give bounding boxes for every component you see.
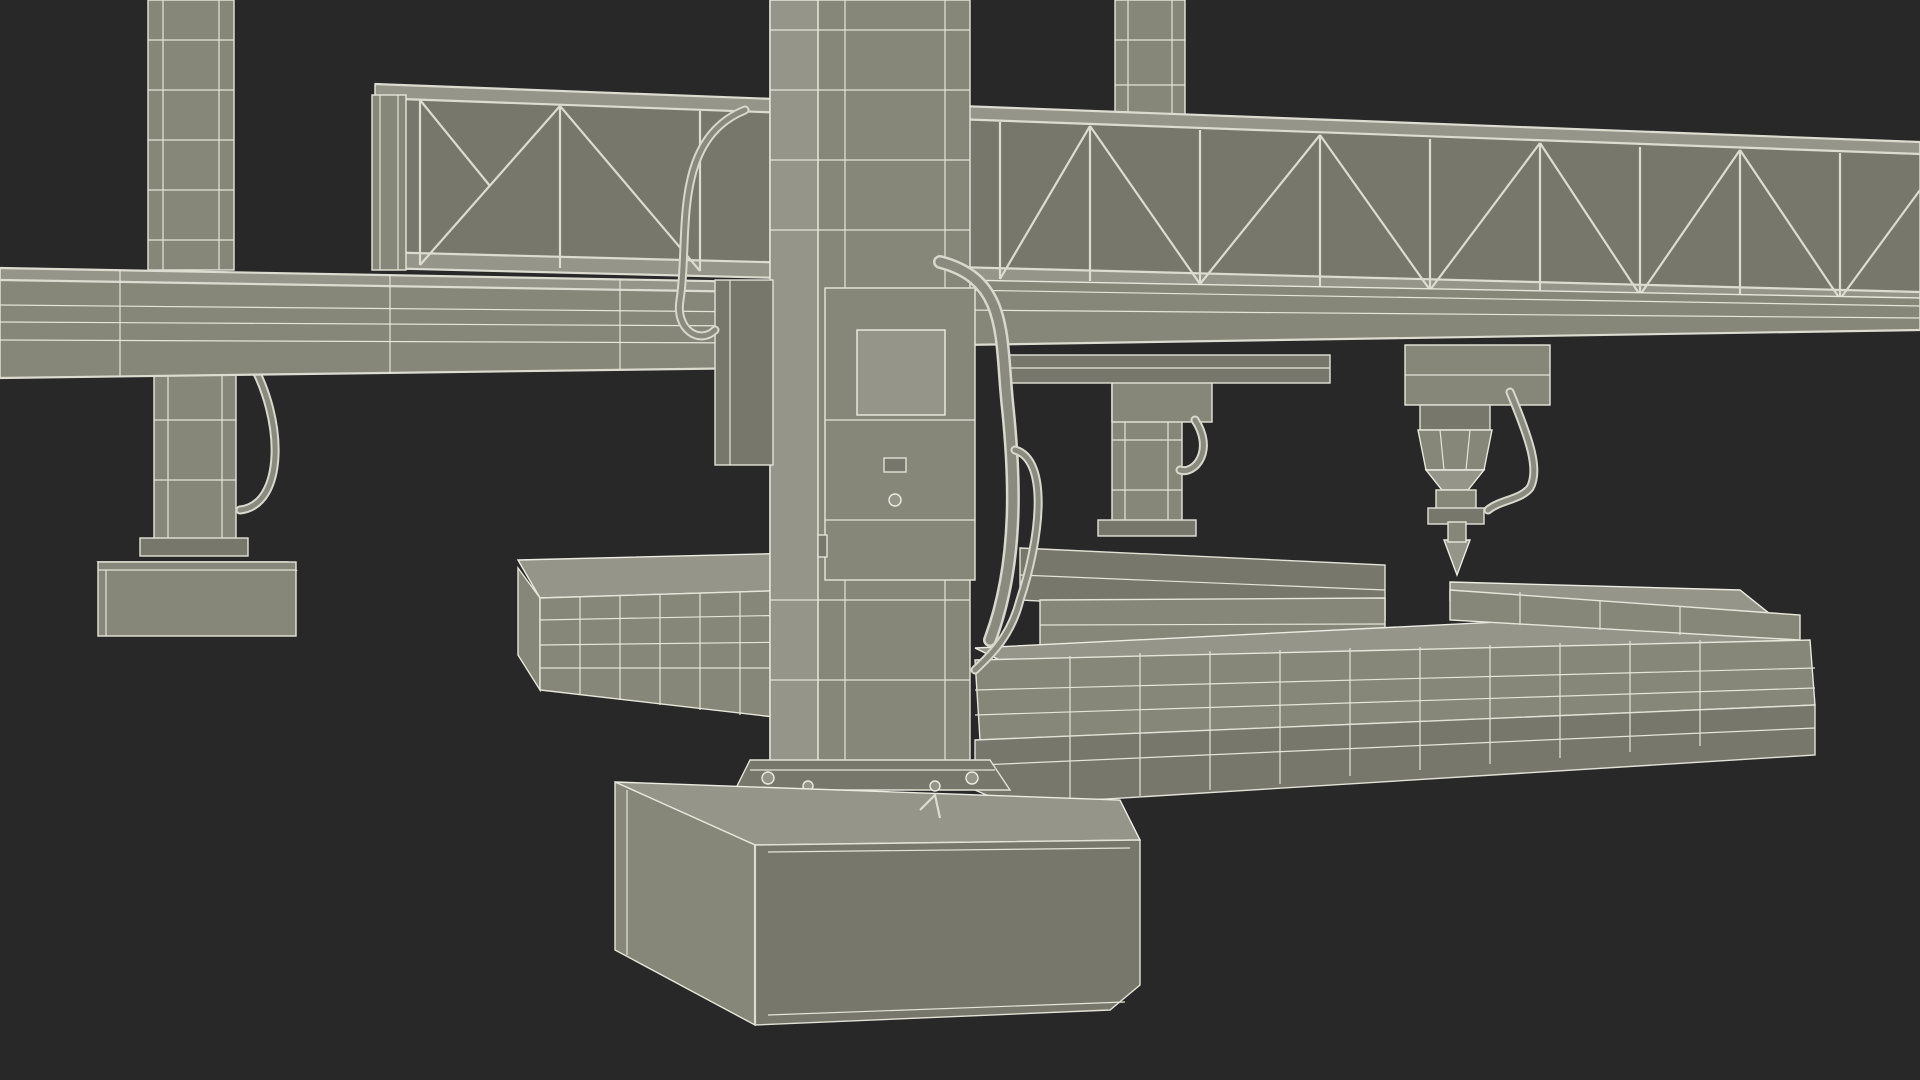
cabinet-button xyxy=(888,493,902,507)
upper-truss-beam xyxy=(371,82,1920,308)
gantry-3d-printer-render xyxy=(0,0,1920,1027)
print-head-extruder xyxy=(1404,344,1551,578)
control-cabinet xyxy=(817,287,976,581)
front-column-base-plate xyxy=(733,759,1012,792)
back-left-foot-block xyxy=(96,561,298,637)
cabinet-hinge xyxy=(817,534,828,558)
front-foot-block xyxy=(614,780,1142,1027)
printed-wall-structure xyxy=(516,547,1816,806)
cabinet-display xyxy=(883,457,907,473)
cabinet-panel xyxy=(856,329,946,416)
